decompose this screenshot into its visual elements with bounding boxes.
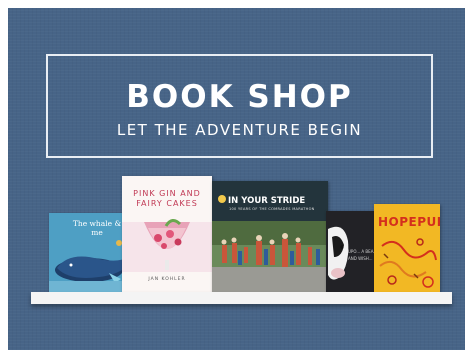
banner-subtitle: LET THE ADVENTURE BEGIN <box>116 121 363 139</box>
shop-hero: BOOK SHOP LET THE ADVENTURE BEGIN The wh… <box>8 8 465 350</box>
book-cow-cover[interactable]: UPO... A BEA... AND WISH... <box>326 211 378 293</box>
book-author: JAN KOHLER <box>148 277 186 282</box>
book-subtitle: 100 YEARS OF THE COMRADES MARATHON <box>229 207 315 211</box>
book-title: HOPEPUNK <box>378 215 440 229</box>
book-title: PINK GIN AND FAIRY CAKES <box>133 189 201 208</box>
hero-banner: BOOK SHOP LET THE ADVENTURE BEGIN <box>46 54 433 158</box>
book-shelf <box>31 292 452 304</box>
book-in-your-stride[interactable]: IN YOUR STRIDE 100 YEARS OF THE COMRADES… <box>212 181 328 293</box>
book-hopepunk[interactable]: HOPEPUNK <box>374 204 440 293</box>
book-pink-gin-and-fairy-cakes[interactable]: PINK GIN AND FAIRY CAKES JAN KOHLER <box>122 176 212 293</box>
book-title: IN YOUR STRIDE <box>228 196 306 206</box>
banner-title: BOOK SHOP <box>126 79 353 115</box>
book-title: The whale & me <box>72 219 122 237</box>
